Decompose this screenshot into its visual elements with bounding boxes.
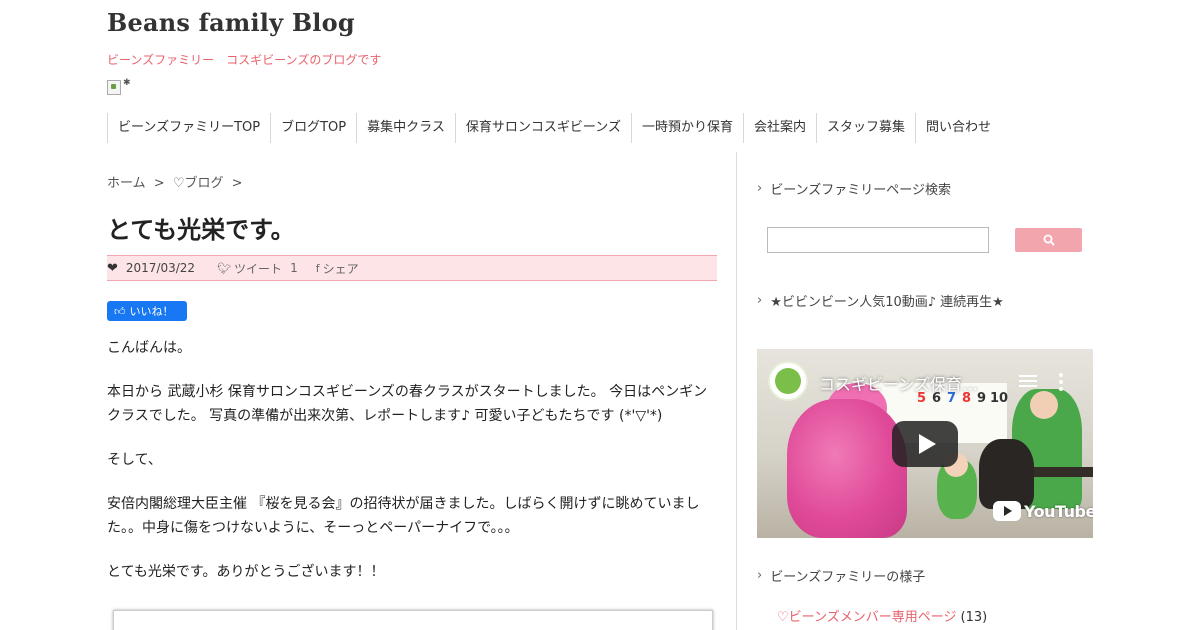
video-widget-label: ★ビビンビーン人気10動画♪ 連続再生★ [770,295,1004,310]
youtube-embed[interactable]: 1 5 6 7 8 9 10 コスギビーンズ保育… YouTube [757,349,1093,538]
breadcrumb-separator: > [153,176,165,191]
breadcrumb-category[interactable]: ♡ブログ [173,176,224,191]
search-input[interactable] [767,227,989,253]
youtube-wordmark: YouTube [1024,501,1093,521]
category-count: (13) [960,610,988,625]
search-widget-title: › ビーンズファミリーページ検索 [757,179,951,198]
post-meta-bar: ❤ 2017/03/22 🐦︎ ツイート 1 f シェア [107,255,717,281]
main-nav: ビーンズファミリーTOP ブログTOP 募集中クラス 保育サロンコスギビーンズ … [107,113,1001,143]
post-paragraph: 本日から 武蔵小杉 保育サロンコスギビーンズの春クラスがスタートしました。 今日… [107,384,708,424]
post-paragraph: 安倍内閣総理大臣主催 『桜を見る会』の招待状が届きました。しばらく開けずに眺めて… [107,496,700,536]
post-paragraph: とても光栄です。ありがとうございます！！ [107,564,385,580]
like-label: いいね！ [129,305,174,318]
nav-item-blog-top[interactable]: ブログTOP [270,113,356,143]
categories-widget-label: ビーンズファミリーの様子 [770,570,926,585]
categories-widget-title: › ビーンズファミリーの様子 [757,566,925,585]
youtube-logo[interactable]: YouTube [993,501,1093,521]
post-paragraph: こんばんは。 [107,340,191,356]
category-link[interactable]: ♡ビーンズメンバー専用ページ [777,610,957,625]
nav-item-staff-recruit[interactable]: スタッフ募集 [816,113,915,143]
heart-icon: ❤ [107,260,118,276]
broken-image-icon [107,80,121,95]
asterisk-icon: ✱ [123,78,131,88]
twitter-icon[interactable]: 🐦︎ [217,262,231,275]
search-widget-label: ビーンズファミリーページ検索 [770,183,952,198]
site-description: ビーンズファミリー コスギビーンズのブログです [107,53,382,67]
nav-item-contact[interactable]: 問い合わせ [915,113,1001,143]
header-image: ✱ [107,78,131,96]
breadcrumb: ホーム > ♡ブログ > [107,172,247,191]
post-body: こんばんは。 本日から 武蔵小杉 保育サロンコスギビーンズの春クラスがスタートし… [107,336,719,604]
youtube-icon [993,501,1021,521]
post-title: とても光栄です。 [107,216,295,244]
nav-item-company[interactable]: 会社案内 [742,113,816,143]
video-widget-title: › ★ビビンビーン人気10動画♪ 連続再生★ [757,291,1004,310]
play-button[interactable] [892,421,958,467]
search-button[interactable] [1015,228,1082,252]
category-item[interactable]: ♡ビーンズメンバー専用ページ (13) [777,606,987,625]
board-number: 9 [977,391,987,406]
board-number: 10 [990,391,1009,406]
channel-avatar[interactable] [768,361,808,401]
post-photo [113,610,713,630]
tweet-count: 1 [290,261,298,275]
tweet-link[interactable]: ツイート [234,260,282,277]
nav-item-salon[interactable]: 保育サロンコスギビーンズ [454,113,631,143]
play-icon [918,434,936,454]
facebook-like-button[interactable]: 👍︎ いいね！ [107,301,187,321]
site-title[interactable]: Beans family Blog [107,8,355,37]
breadcrumb-home[interactable]: ホーム [107,176,146,191]
thumbs-up-icon: 👍︎ [114,304,126,318]
post-date: 2017/03/22 [125,261,196,275]
more-options-icon[interactable] [1059,373,1063,391]
playlist-icon[interactable] [1019,375,1037,389]
share-link[interactable]: シェア [323,260,359,277]
breadcrumb-separator: > [231,176,243,191]
nav-item-recruiting-classes[interactable]: 募集中クラス [356,113,455,143]
nav-item-family-top[interactable]: ビーンズファミリーTOP [107,113,270,143]
chevron-right-icon: › [757,293,763,308]
search-icon [1043,234,1055,246]
sidebar-divider [736,152,737,630]
nav-item-temporary-care[interactable]: 一時預かり保育 [630,113,743,143]
post-paragraph: そして、 [107,452,162,468]
chevron-right-icon: › [757,181,763,196]
chevron-right-icon: › [757,568,763,583]
facebook-icon[interactable]: f [316,262,320,275]
video-title[interactable]: コスギビーンズ保育… [819,371,978,395]
